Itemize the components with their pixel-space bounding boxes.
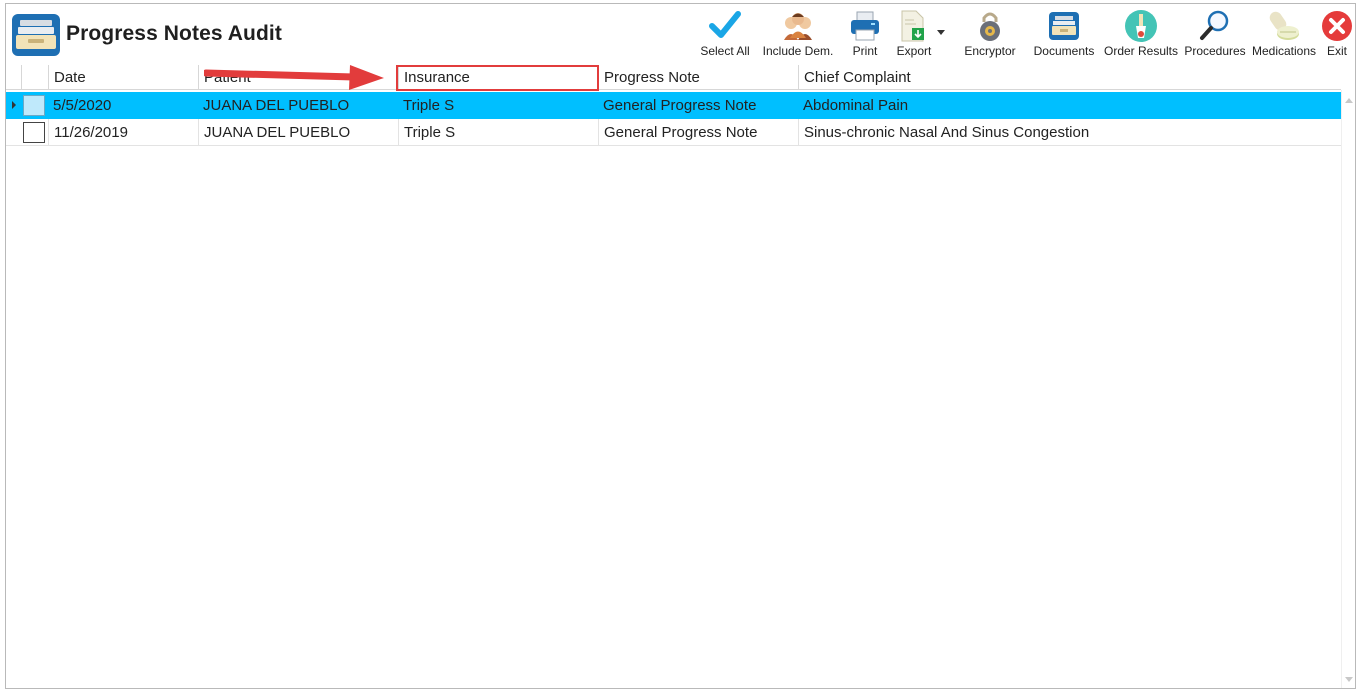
procedures-label: Procedures [1184, 44, 1246, 58]
exit-button[interactable]: Exit [1321, 4, 1353, 64]
checkmark-icon [709, 11, 741, 38]
medications-button[interactable]: Medications [1249, 4, 1319, 64]
app-window: Progress Notes Audit Select All Include … [5, 3, 1356, 689]
cell-patient: JUANA DEL PUEBLO [203, 97, 350, 114]
export-file-icon [901, 10, 925, 42]
progress-notes-grid: Date Patient Insurance Progress Note Chi… [6, 65, 1355, 688]
column-header-date[interactable]: Date [48, 65, 198, 90]
print-label: Print [852, 44, 878, 58]
annotation-arrow-icon [204, 65, 384, 90]
cell-progress-note: General Progress Note [603, 97, 757, 114]
print-button[interactable]: Print [841, 4, 889, 64]
vertical-scrollbar[interactable] [1341, 90, 1355, 688]
document-tray-icon [1049, 12, 1079, 40]
row-indicator-icon [12, 101, 16, 109]
app-logo-icon [12, 14, 60, 56]
encryptor-label: Encryptor [964, 44, 1016, 58]
column-header-chief-complaint[interactable]: Chief Complaint [798, 65, 1341, 90]
cell-chief-complaint: Abdominal Pain [803, 97, 909, 114]
people-icon [784, 13, 812, 40]
cell-chief-complaint: Sinus-chronic Nasal And Sinus Congestion [798, 119, 1341, 146]
documents-label: Documents [1033, 44, 1095, 58]
cell-insurance: Triple S [398, 119, 598, 146]
chevron-down-icon[interactable] [937, 30, 945, 36]
cell-patient: JUANA DEL PUEBLO [198, 119, 398, 146]
cell-progress-note: General Progress Note [598, 119, 798, 146]
include-dem-button[interactable]: Include Dem. [759, 4, 837, 64]
scroll-up-icon[interactable] [1345, 98, 1353, 103]
magnifier-icon [1200, 10, 1229, 40]
annotation-highlight-box [396, 65, 599, 91]
table-row[interactable]: 5/5/2020 JUANA DEL PUEBLO Triple S Gener… [6, 92, 1341, 119]
medications-label: Medications [1251, 44, 1317, 58]
order-results-button[interactable]: Order Results [1101, 4, 1181, 64]
cell-date: 11/26/2019 [48, 119, 198, 146]
include-dem-label: Include Dem. [762, 44, 834, 58]
row-checkbox[interactable] [23, 122, 45, 143]
select-all-label: Select All [700, 44, 750, 58]
encryptor-button[interactable]: Encryptor [955, 4, 1025, 64]
cell-date: 5/5/2020 [53, 97, 112, 114]
row-checkbox[interactable] [23, 95, 45, 116]
scroll-down-icon[interactable] [1345, 677, 1353, 682]
column-header-progress-note[interactable]: Progress Note [598, 65, 798, 90]
microscope-icon [1125, 10, 1157, 42]
exit-label: Exit [1326, 44, 1347, 58]
select-all-button[interactable]: Select All [697, 4, 753, 64]
export-label: Export [896, 44, 932, 58]
export-button[interactable]: Export [893, 4, 949, 64]
pills-icon [1269, 11, 1299, 40]
close-circle-icon [1322, 11, 1352, 41]
printer-icon [851, 11, 879, 41]
cell-insurance: Triple S [403, 97, 455, 114]
page-title: Progress Notes Audit [66, 22, 282, 45]
procedures-button[interactable]: Procedures [1183, 4, 1247, 64]
table-row[interactable]: 11/26/2019 JUANA DEL PUEBLO Triple S Gen… [6, 119, 1341, 146]
lock-icon [980, 12, 1000, 41]
checkbox-column-header [21, 65, 48, 90]
documents-button[interactable]: Documents [1031, 4, 1097, 64]
order-results-label: Order Results [1103, 44, 1179, 58]
